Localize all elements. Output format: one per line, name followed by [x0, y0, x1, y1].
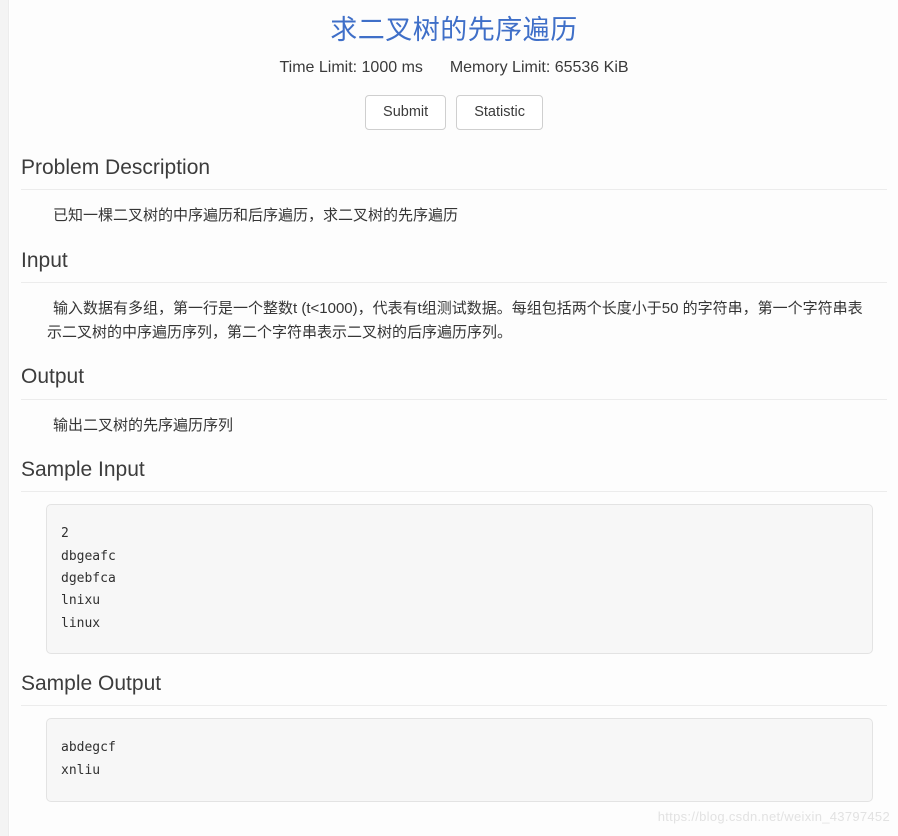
- section-heading-problem-description: Problem Description: [21, 155, 211, 179]
- sample-output-code: abdegcf xnliu: [46, 718, 873, 803]
- statistic-button[interactable]: Statistic: [456, 94, 543, 130]
- problem-description-text: 已知一棵二叉树的中序遍历和后序遍历，求二叉树的先序遍历: [53, 207, 459, 225]
- section-divider-sample-input: [21, 491, 887, 493]
- output-description-text: 输出二叉树的先序遍历序列: [53, 416, 234, 434]
- section-heading-output: Output: [21, 365, 85, 389]
- section-heading-input: Input: [21, 248, 68, 272]
- section-input: Input 输入数据有多组，第一行是一个整数t (t<1000)，代表有t组测试…: [15, 243, 893, 360]
- time-limit-label: Time Limit: 1000 ms: [279, 58, 423, 76]
- section-problem-description: Problem Description 已知一棵二叉树的中序遍历和后序遍历，求二…: [15, 150, 893, 243]
- section-divider-input: [21, 281, 887, 283]
- section-divider-sample-output: [21, 705, 887, 707]
- section-sample-input: Sample Input 2 dbgeafc dgebfca lnixu lin…: [15, 452, 893, 655]
- problem-page-container: 求二叉树的先序遍历 Time Limit: 1000 ms Memory Lim…: [10, 0, 898, 836]
- section-heading-sample-input: Sample Input: [21, 458, 145, 482]
- page-title: 求二叉树的先序遍历: [330, 15, 578, 45]
- input-description-text: 输入数据有多组，第一行是一个整数t (t<1000)，代表有t组测试数据。每组包…: [47, 299, 863, 342]
- sample-input-code: 2 dbgeafc dgebfca lnixu linux: [46, 504, 873, 655]
- problem-header: 求二叉树的先序遍历 Time Limit: 1000 ms Memory Lim…: [15, 0, 893, 130]
- section-heading-sample-output: Sample Output: [21, 672, 162, 696]
- section-divider-output: [21, 398, 887, 400]
- section-sample-output: Sample Output abdegcf xnliu: [15, 666, 893, 803]
- action-button-row: Submit Statistic: [15, 94, 893, 130]
- memory-limit-label: Memory Limit: 65536 KiB: [449, 58, 629, 76]
- problem-limits: Time Limit: 1000 ms Memory Limit: 65536 …: [15, 58, 893, 79]
- section-output: Output 输出二叉树的先序遍历序列: [15, 359, 893, 452]
- page-left-gutter: [0, 0, 9, 836]
- section-divider-description: [21, 189, 887, 191]
- submit-button[interactable]: Submit: [365, 94, 447, 130]
